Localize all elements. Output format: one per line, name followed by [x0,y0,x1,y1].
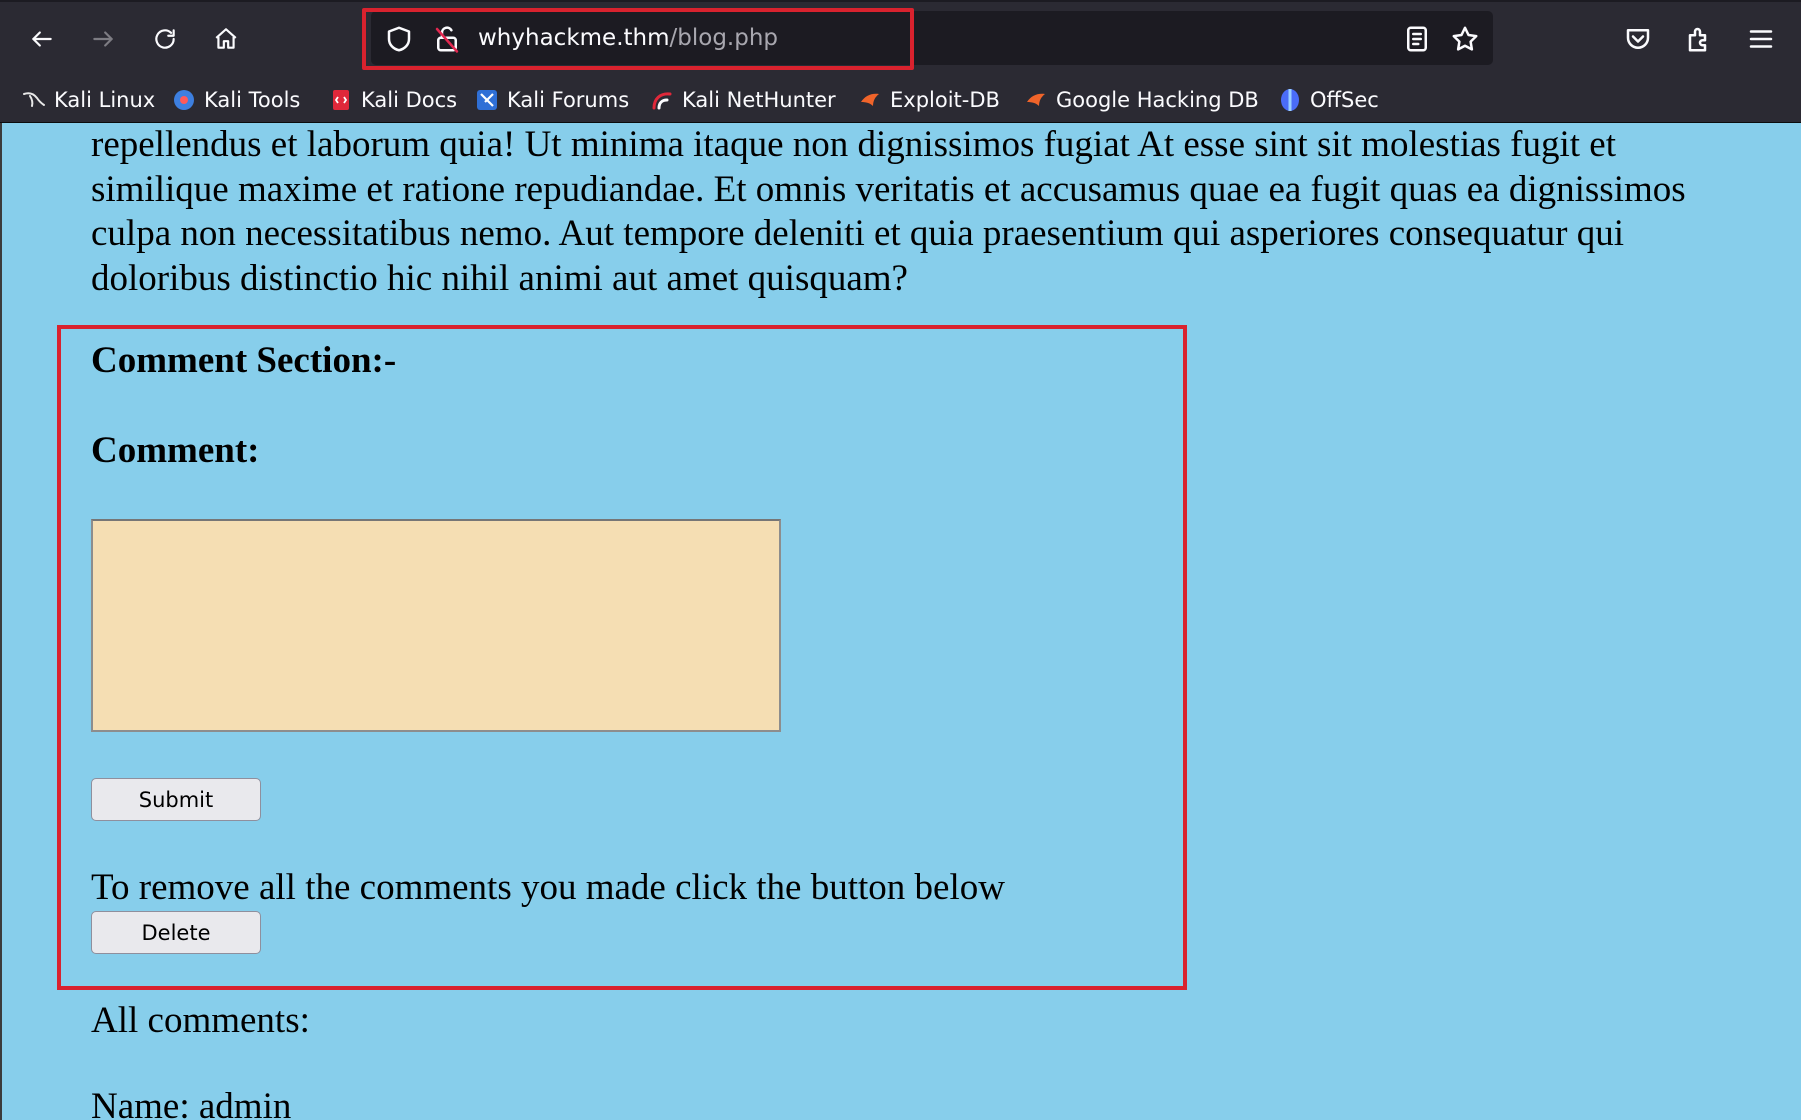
reload-button[interactable] [146,20,184,58]
bookmark-kali-docs[interactable]: Kali Docs [329,84,457,116]
kali-forums-icon [477,90,497,110]
extensions-icon[interactable] [1685,24,1715,54]
bookmark-label: Kali Forums [507,88,630,112]
bookmark-kali-forums[interactable]: Kali Forums [475,84,629,116]
comment-label: Comment: [91,430,260,471]
arrow-left-icon [32,31,52,47]
blog-body-text: repellendus et laborum quia! Ut minima i… [91,124,1686,299]
reload-icon [155,29,175,49]
comment-textarea[interactable] [91,519,781,732]
bookmark-label: Google Hacking DB [1056,88,1259,112]
bookmarks-bar: Kali Linux Kali Tools Kali Docs Kali For… [0,77,1801,123]
bookmark-label: Kali Linux [54,88,156,112]
page-content: repellendus et laborum quia! Ut minima i… [0,123,1801,1120]
bookmark-label: Kali NetHunter [682,88,836,112]
bookmark-label: Kali Docs [361,88,458,112]
home-icon [215,28,237,49]
back-button[interactable] [23,20,61,58]
comment-section-heading: Comment Section:- [91,340,397,381]
bookmark-kali-linux[interactable]: Kali Linux [22,84,155,116]
arrow-right-icon [93,31,113,47]
submit-button[interactable]: Submit [91,778,261,821]
kali-dragon-icon [23,92,45,107]
menu-icon[interactable] [1746,24,1776,54]
bookmark-label: OffSec [1310,88,1379,112]
home-button[interactable] [207,20,245,58]
offsec-icon [1281,89,1299,111]
bookmark-kali-tools[interactable]: Kali Tools [172,84,300,116]
google-hacking-db-icon [1027,93,1045,106]
kali-nethunter-icon [652,92,672,110]
kali-tools-icon [174,90,194,110]
bookmark-exploit-db[interactable]: Exploit-DB [858,84,1000,116]
bookmark-star-icon[interactable] [1450,24,1480,54]
bookmark-label: Exploit-DB [890,88,1000,112]
pocket-icon[interactable] [1623,24,1653,54]
reader-view-icon[interactable] [1402,24,1432,54]
kali-docs-icon [333,90,349,110]
bookmark-google-hacking-db[interactable]: Google Hacking DB [1024,84,1259,116]
forward-button[interactable] [84,20,122,58]
comment-author-name: Name: admin [91,1086,292,1120]
bookmark-kali-nethunter[interactable]: Kali NetHunter [650,84,836,116]
url-highlight-box [362,8,914,70]
window-top-edge [0,0,1801,2]
remove-comments-text: To remove all the comments you made clic… [91,867,1005,908]
browser-toolbar: whyhackme.thm/blog.php [0,0,1801,77]
page-left-border [0,123,2,1120]
bookmark-offsec[interactable]: OffSec [1278,84,1379,116]
all-comments-heading: All comments: [91,1000,310,1041]
bookmark-label: Kali Tools [204,88,301,112]
delete-button[interactable]: Delete [91,911,261,954]
exploit-db-icon [861,93,879,106]
